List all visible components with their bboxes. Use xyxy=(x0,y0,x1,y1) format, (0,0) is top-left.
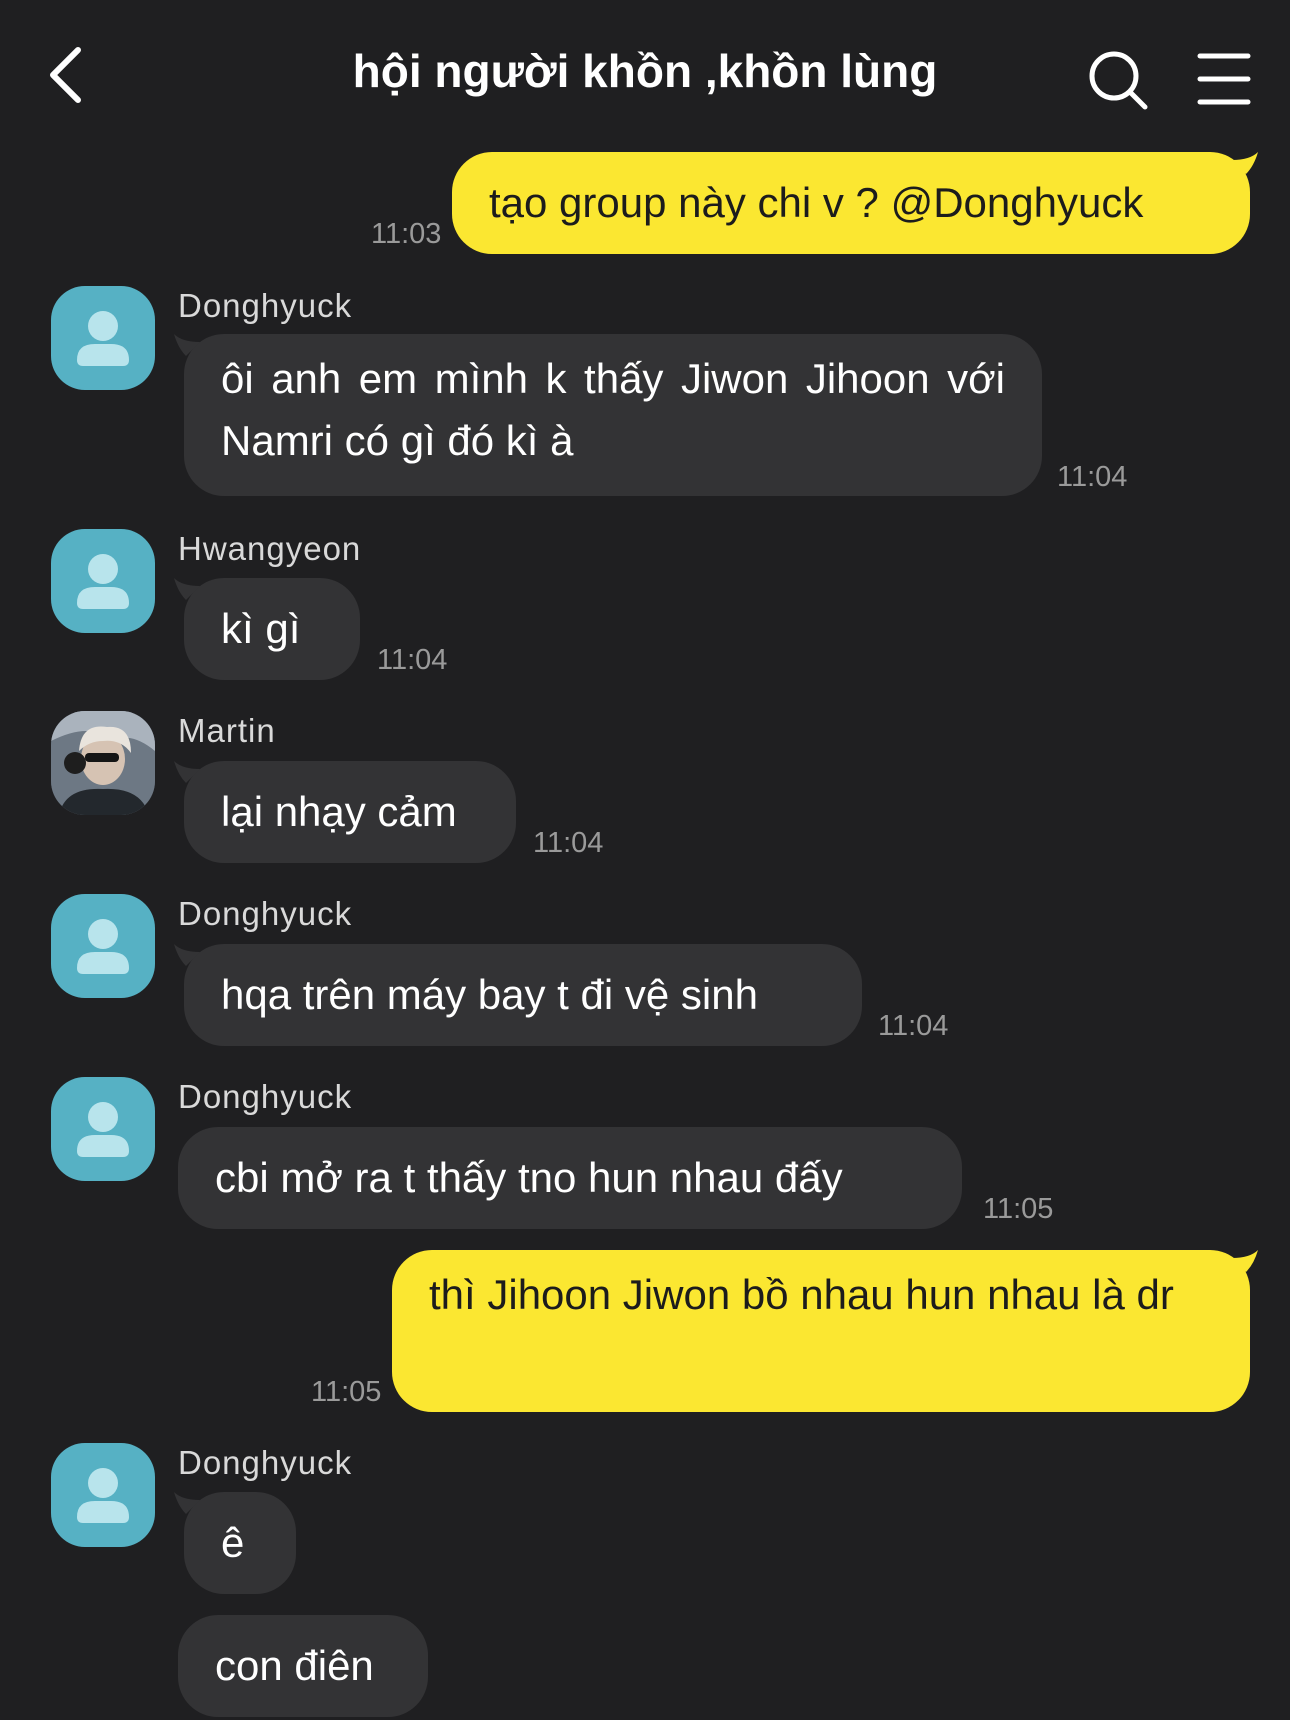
default-person-icon xyxy=(77,554,129,609)
sender-name: Martin xyxy=(178,712,276,749)
sender-name: Donghyuck xyxy=(178,895,353,932)
incoming-message-bubble[interactable]: ê xyxy=(174,1492,296,1594)
bubble-tail xyxy=(174,944,200,966)
hamburger-menu-icon xyxy=(1197,53,1251,105)
chat-header: hội người khồn ,khồn lùng xyxy=(0,0,1290,150)
message-time: 11:05 xyxy=(983,1193,1054,1225)
bubble-tail xyxy=(1232,152,1258,174)
avatar[interactable] xyxy=(51,1077,155,1181)
incoming-message-bubble[interactable]: kì gì xyxy=(174,578,360,680)
message-text: ê xyxy=(221,1519,245,1566)
outgoing-message-bubble[interactable]: tạo group này chi v ? @Donghyuck xyxy=(452,152,1258,254)
sender-name: Donghyuck xyxy=(178,1444,353,1481)
message-text: con điên xyxy=(215,1642,374,1689)
outgoing-message-bubble[interactable]: thì Jihoon Jiwon bồ nhau hun nhau là dr xyxy=(392,1250,1258,1412)
incoming-message-bubble[interactable]: ôi anh em mình k thấy Jiwon Jihoon với N… xyxy=(174,334,1042,496)
default-person-icon xyxy=(77,1468,129,1523)
message-time: 11:04 xyxy=(878,1010,949,1042)
default-person-icon xyxy=(77,919,129,974)
message-text: tạo group này chi v ? @Donghyuck xyxy=(489,179,1144,226)
search-button[interactable] xyxy=(1082,44,1152,114)
message-time: 11:04 xyxy=(533,827,604,859)
default-person-icon xyxy=(77,1102,129,1157)
person-photo-icon xyxy=(51,711,155,815)
message-time: 11:04 xyxy=(377,644,448,676)
search-icon xyxy=(1089,51,1148,110)
chevron-left-icon xyxy=(50,47,81,103)
avatar[interactable] xyxy=(51,894,155,998)
incoming-message-bubble[interactable]: hqa trên máy bay t đi vệ sinh xyxy=(174,944,862,1046)
bubble-tail xyxy=(174,761,200,783)
bubble-tail xyxy=(1232,1250,1258,1272)
bubble-tail xyxy=(174,578,200,600)
bubble-tail xyxy=(174,1492,200,1514)
message-time: 11:05 xyxy=(311,1376,382,1408)
chat-screen: hội người khồn ,khồn lùng 11:03 tạo grou… xyxy=(0,0,1290,1720)
sender-name: Donghyuck xyxy=(178,287,353,324)
incoming-message-bubble[interactable]: con điên xyxy=(178,1615,428,1717)
back-button[interactable] xyxy=(36,38,106,108)
message-text: cbi mở ra t thấy tno hun nhau đấy xyxy=(215,1154,843,1201)
sender-name: Hwangyeon xyxy=(178,530,362,567)
message-text: kì gì xyxy=(221,605,301,652)
avatar[interactable] xyxy=(51,286,155,390)
sender-name: Donghyuck xyxy=(178,1078,353,1115)
message-text: thì Jihoon Jiwon bồ nhau hun nhau là dr xyxy=(429,1271,1174,1318)
incoming-message-bubble[interactable]: cbi mở ra t thấy tno hun nhau đấy xyxy=(178,1127,962,1229)
default-person-icon xyxy=(77,311,129,366)
chat-title: hội người khồn ,khồn lùng xyxy=(352,45,938,97)
menu-button[interactable] xyxy=(1194,46,1264,112)
message-time: 11:03 xyxy=(371,218,442,250)
bubble-tail xyxy=(174,334,200,356)
message-text: hqa trên máy bay t đi vệ sinh xyxy=(221,971,758,1018)
message-text: ôi anh em mình k thấy Jiwon Jihoon với N… xyxy=(221,355,1005,464)
incoming-message-bubble[interactable]: lại nhạy cảm xyxy=(174,761,516,863)
avatar[interactable] xyxy=(51,529,155,633)
avatar-photo[interactable] xyxy=(51,711,155,815)
avatar[interactable] xyxy=(51,1443,155,1547)
message-time: 11:04 xyxy=(1057,461,1128,493)
message-text: lại nhạy cảm xyxy=(221,788,457,835)
